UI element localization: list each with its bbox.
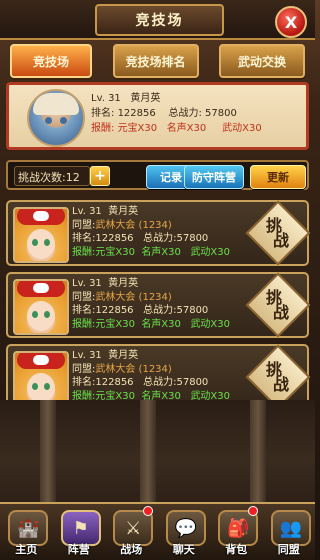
opponent-reward-wudong: 武动X30 — [190, 246, 231, 258]
opponent-rank: 122856 — [95, 233, 134, 244]
my-name: 黄月英 — [130, 93, 161, 104]
opponent-rank-label: 排名: — [72, 305, 96, 316]
defend-lineup-button[interactable]: 防守阵营 — [184, 165, 244, 189]
opponent-reward-yuanbao: 元宝X30 — [95, 318, 135, 330]
opponent-reward-fame: 名声X30 — [141, 246, 181, 258]
opponent-avatar — [13, 351, 69, 407]
bottom-nav: 🏰 主页 ⚑ 阵营 ⚔ 战场 💬 聊天 🎒 背包 👥 同盟 — [0, 502, 315, 560]
page-title: 竞技场 — [95, 4, 224, 36]
tab-arena[interactable]: 竞技场 — [10, 44, 92, 78]
opponent-reward-yuanbao: 元宝X30 — [95, 246, 135, 258]
opponent-name: 黄月英 — [108, 350, 139, 361]
opponent-avatar — [13, 279, 69, 335]
opponent-reward-label: 报酬: — [72, 246, 96, 258]
opponent-card: Lv. 31 黄月英 同盟:武林大会 (1234) 排名:122856 总战力:… — [6, 200, 311, 266]
opponent-power-label: 总战力: — [143, 233, 177, 244]
challenge-bar: 挑战次数:12 + 记录 防守阵营 更新 — [6, 160, 309, 190]
nav-home[interactable]: 🏰 主页 — [2, 506, 50, 560]
nav-alliance[interactable]: 👥 同盟 — [265, 506, 313, 560]
my-reward-yuanbao: 元宝X30 — [117, 123, 158, 134]
opponent-name: 黄月英 — [108, 206, 139, 217]
opponent-power-label: 总战力: — [143, 377, 177, 388]
opponent-guild: 武林大会 (1234) — [95, 291, 172, 303]
opponent-guild-label: 同盟: — [72, 219, 96, 231]
my-rank: 122856 — [117, 108, 156, 119]
challenge-button-label[interactable]: 挑战 — [251, 354, 297, 400]
challenge-count: 挑战次数:12 — [18, 171, 80, 184]
background-scene — [0, 400, 315, 518]
refresh-button[interactable]: 更新 — [250, 165, 306, 189]
opponent-rank-label: 排名: — [72, 377, 96, 388]
opponent-power: 57800 — [176, 377, 209, 388]
my-power-label: 总战力: — [168, 108, 202, 119]
opponent-level: Lv. 31 — [72, 278, 102, 289]
opponent-rank-label: 排名: — [72, 233, 96, 244]
my-reward-label: 报酬: — [91, 123, 115, 134]
my-rank-label: 排名: — [91, 108, 115, 119]
top-bar: 竞技场 X — [0, 0, 315, 40]
my-level: Lv. 31 — [91, 93, 121, 104]
opponent-avatar — [13, 207, 69, 263]
my-reward-wudong: 武动X30 — [222, 123, 262, 134]
nav-battlefield[interactable]: ⚔ 战场 — [107, 506, 155, 560]
opponent-rank: 122856 — [95, 377, 134, 388]
opponent-guild-label: 同盟: — [72, 291, 96, 303]
opponent-power: 57800 — [176, 305, 209, 316]
my-power: 57800 — [205, 108, 237, 119]
opponent-level: Lv. 31 — [72, 350, 102, 361]
my-reward-fame: 名声X30 — [166, 123, 207, 134]
opponent-guild: 武林大会 (1234) — [95, 363, 172, 375]
challenge-button-label[interactable]: 挑战 — [251, 210, 297, 256]
opponent-guild-label: 同盟: — [72, 363, 96, 375]
opponent-card: Lv. 31 黄月英 同盟:武林大会 (1234) 排名:122856 总战力:… — [6, 272, 311, 338]
nav-bag[interactable]: 🎒 背包 — [212, 506, 260, 560]
add-challenge-button[interactable]: + — [90, 166, 110, 186]
my-info-panel: Lv. 31 黄月英 排名: 122856 总战力: 57800 报酬: 元宝X… — [6, 82, 309, 150]
opponent-reward-wudong: 武动X30 — [190, 318, 231, 330]
nav-chat[interactable]: 💬 聊天 — [160, 506, 208, 560]
opponent-power: 57800 — [176, 233, 209, 244]
close-button[interactable]: X — [275, 6, 307, 38]
tab-wudong-exchange[interactable]: 武动交换 — [219, 44, 305, 78]
tab-arena-ranking[interactable]: 竞技场排名 — [112, 44, 199, 78]
opponent-level: Lv. 31 — [72, 206, 102, 217]
opponent-name: 黄月英 — [108, 278, 139, 289]
opponent-rank: 122856 — [95, 305, 134, 316]
tab-bar: 竞技场 竞技场排名 武动交换 — [10, 44, 305, 78]
my-avatar — [27, 89, 85, 147]
opponent-guild: 武林大会 (1234) — [95, 219, 172, 231]
opponent-reward-label: 报酬: — [72, 318, 96, 330]
nav-camp[interactable]: ⚑ 阵营 — [55, 506, 103, 560]
opponent-reward-fame: 名声X30 — [141, 318, 181, 330]
opponent-power-label: 总战力: — [143, 305, 177, 316]
challenge-button-label[interactable]: 挑战 — [251, 282, 297, 328]
